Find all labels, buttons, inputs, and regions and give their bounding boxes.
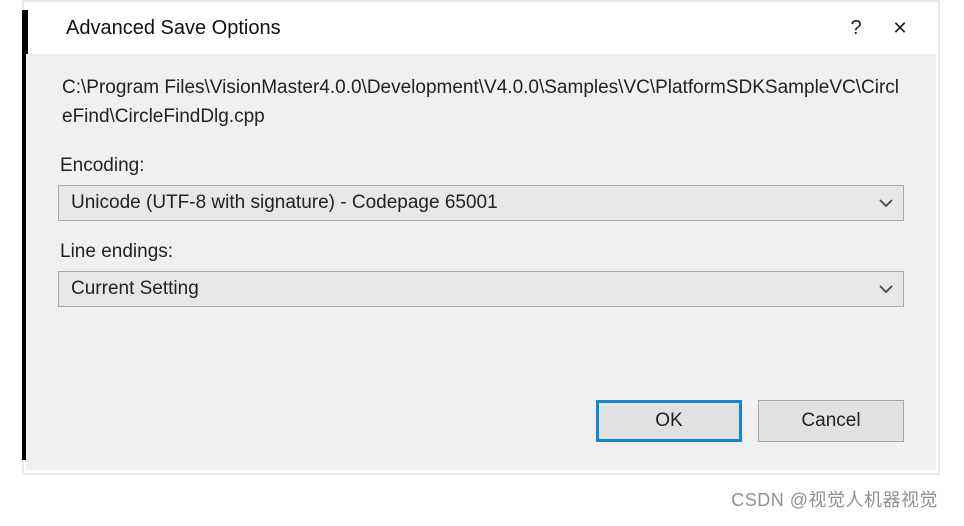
line-endings-value: Current Setting <box>59 278 869 300</box>
cancel-button[interactable]: Cancel <box>758 400 904 442</box>
chevron-down-icon <box>869 272 903 306</box>
line-endings-label: Line endings: <box>58 241 904 263</box>
button-row: OK Cancel <box>596 400 904 442</box>
dialog-client-area: C:\Program Files\VisionMaster4.0.0\Devel… <box>26 54 936 470</box>
window-title: Advanced Save Options <box>66 17 834 40</box>
help-icon[interactable]: ? <box>834 17 878 40</box>
encoding-label: Encoding: <box>58 155 904 177</box>
file-path: C:\Program Files\VisionMaster4.0.0\Devel… <box>58 74 904 131</box>
close-icon[interactable]: ✕ <box>878 18 922 39</box>
chevron-down-icon <box>869 186 903 220</box>
dialog-window: Advanced Save Options ? ✕ C:\Program Fil… <box>22 0 940 475</box>
line-endings-dropdown[interactable]: Current Setting <box>58 271 904 307</box>
ok-button[interactable]: OK <box>596 400 742 442</box>
encoding-value: Unicode (UTF-8 with signature) - Codepag… <box>59 192 869 214</box>
encoding-dropdown[interactable]: Unicode (UTF-8 with signature) - Codepag… <box>58 185 904 221</box>
watermark: CSDN @视觉人机器视觉 <box>731 486 938 512</box>
titlebar: Advanced Save Options ? ✕ <box>24 2 938 54</box>
